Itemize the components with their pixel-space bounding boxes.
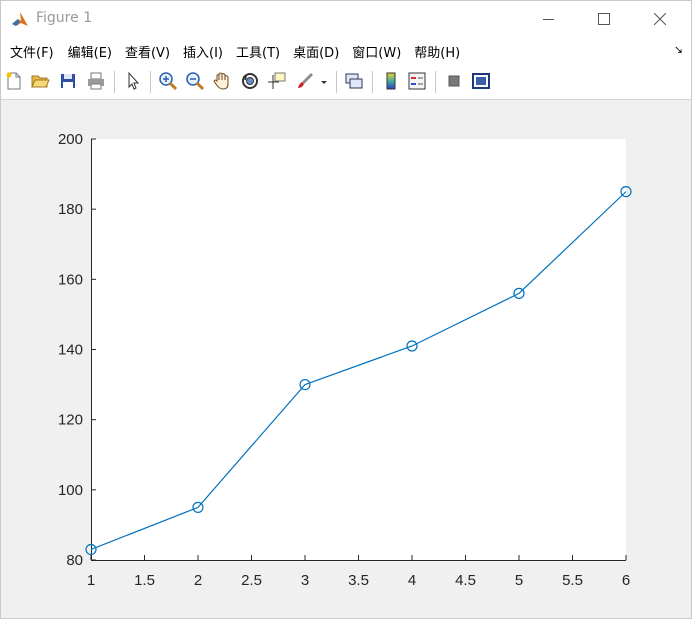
show-plot-tools-icon[interactable] bbox=[471, 71, 491, 91]
close-icon bbox=[654, 13, 666, 25]
chevron-down-icon[interactable] bbox=[319, 71, 329, 91]
x-tick-label: 4 bbox=[408, 572, 416, 589]
toolbar-separator bbox=[435, 71, 436, 93]
toolbar-separator bbox=[150, 71, 151, 93]
y-tick-label: 120 bbox=[58, 412, 83, 429]
x-tick-label: 3 bbox=[301, 572, 309, 589]
minimize-icon bbox=[542, 18, 554, 20]
menu-bar: 文件(F) 编辑(E) 查看(V) 插入(I) 工具(T) 桌面(D) 窗口(W… bbox=[1, 37, 691, 65]
maximize-button[interactable] bbox=[581, 1, 627, 37]
y-tick-label: 80 bbox=[66, 552, 83, 569]
axes-background bbox=[91, 139, 626, 560]
print-icon[interactable] bbox=[86, 71, 106, 91]
colorbar-icon[interactable] bbox=[381, 71, 401, 91]
menu-help[interactable]: 帮助(H) bbox=[401, 42, 460, 61]
menu-window[interactable]: 窗口(W) bbox=[339, 42, 401, 61]
zoom-in-icon[interactable] bbox=[158, 71, 178, 91]
x-tick-label: 5 bbox=[515, 572, 523, 589]
y-tick-label: 180 bbox=[58, 201, 83, 218]
y-tick-label: 100 bbox=[58, 482, 83, 499]
save-icon[interactable] bbox=[58, 71, 78, 91]
x-tick-label: 6 bbox=[622, 572, 630, 589]
line-plot[interactable]: 1 1.5 2 2.5 3 3.5 4 4.5 5 5.5 6 80 100 120 140 160 180 2… bbox=[1, 100, 691, 618]
close-button[interactable] bbox=[637, 1, 683, 37]
minimize-button[interactable] bbox=[525, 1, 571, 37]
window-title: Figure 1 bbox=[36, 10, 93, 26]
maximize-icon bbox=[598, 13, 610, 25]
figure-window: Figure 1 文件(F) 编辑(E) 查看(V) 插入(I) 工具(T) 桌… bbox=[0, 0, 692, 619]
menu-desktop[interactable]: 桌面(D) bbox=[280, 42, 339, 61]
menu-view[interactable]: 查看(V) bbox=[112, 42, 170, 61]
x-tick-label: 2 bbox=[194, 572, 202, 589]
hide-plot-tools-icon[interactable] bbox=[444, 71, 464, 91]
x-tick-label: 1 bbox=[87, 572, 95, 589]
menu-file[interactable]: 文件(F) bbox=[1, 42, 54, 61]
menu-insert[interactable]: 插入(I) bbox=[170, 42, 223, 61]
link-plot-icon[interactable] bbox=[344, 71, 364, 91]
toolbar-separator bbox=[336, 71, 337, 93]
pan-hand-icon[interactable] bbox=[212, 71, 232, 91]
rotate-3d-icon[interactable] bbox=[240, 71, 260, 91]
x-tick-label: 2.5 bbox=[241, 572, 262, 589]
matlab-logo-icon bbox=[10, 9, 30, 29]
title-bar[interactable]: Figure 1 bbox=[1, 1, 691, 37]
pointer-icon[interactable] bbox=[123, 71, 143, 91]
y-tick-label: 140 bbox=[58, 342, 83, 359]
figure-canvas: 1 1.5 2 2.5 3 3.5 4 4.5 5 5.5 6 80 100 120 140 160 180 2… bbox=[1, 100, 691, 618]
menu-overflow-icon[interactable]: ↘ bbox=[674, 43, 683, 56]
toolbar-separator bbox=[114, 71, 115, 93]
x-tick-label: 1.5 bbox=[134, 572, 155, 589]
menu-tools[interactable]: 工具(T) bbox=[223, 42, 280, 61]
toolbar-separator bbox=[372, 71, 373, 93]
y-tick-label: 200 bbox=[58, 131, 83, 148]
y-tick-label: 160 bbox=[58, 271, 83, 288]
new-figure-icon[interactable] bbox=[4, 71, 24, 91]
brush-icon[interactable] bbox=[295, 71, 315, 91]
x-tick-label: 4.5 bbox=[455, 572, 476, 589]
x-tick-label: 5.5 bbox=[562, 572, 583, 589]
legend-icon[interactable] bbox=[407, 71, 427, 91]
zoom-out-icon[interactable] bbox=[185, 71, 205, 91]
data-cursor-icon[interactable] bbox=[267, 71, 287, 91]
x-tick-label: 3.5 bbox=[348, 572, 369, 589]
toolbar bbox=[1, 65, 691, 100]
open-file-icon[interactable] bbox=[30, 71, 50, 91]
menu-edit[interactable]: 编辑(E) bbox=[54, 42, 112, 61]
